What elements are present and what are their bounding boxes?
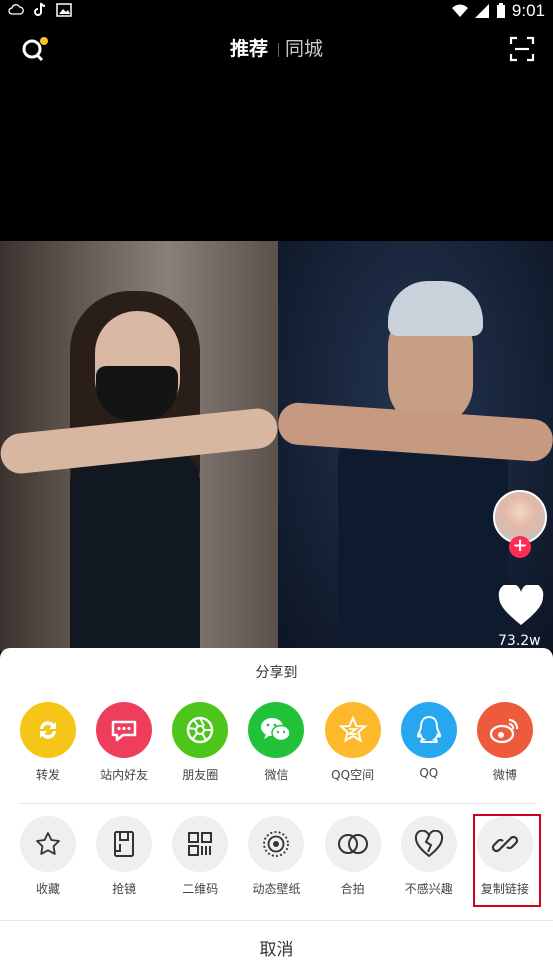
action-favorite[interactable]: 收藏 [10, 816, 86, 897]
qzone-icon[interactable] [324, 702, 381, 758]
repost-icon[interactable] [20, 702, 76, 758]
duet-icon[interactable] [96, 816, 153, 872]
share-sheet: 分享到 转发 站内好友 朋友圈 微信 QQ空间 QQ 微博 收藏 抢镜 二维码 … [0, 648, 553, 979]
scan-icon[interactable] [509, 36, 535, 62]
tab-divider [278, 42, 279, 57]
share-label: 微信 [264, 768, 289, 782]
like-count: 73.2w [498, 633, 541, 649]
share-label: 朋友圈 [182, 768, 219, 782]
action-label: 收藏 [35, 882, 60, 896]
action-label: 合拍 [340, 882, 365, 896]
action-not-interested[interactable]: 不感兴趣 [391, 816, 467, 897]
weather-icon [8, 4, 24, 15]
live-wallpaper-icon[interactable] [248, 816, 305, 872]
action-live-wallpaper[interactable]: 动态壁纸 [238, 816, 314, 897]
gallery-icon [56, 3, 72, 17]
share-targets-row: 转发 站内好友 朋友圈 微信 QQ空间 QQ 微博 [10, 702, 543, 783]
cancel-button[interactable]: 取消 [0, 921, 553, 979]
broken-heart-icon[interactable] [400, 816, 457, 872]
share-label: 微博 [492, 768, 517, 782]
battery-icon [496, 3, 505, 18]
video-left-panel [0, 241, 280, 651]
status-bar: 9:01 [0, 0, 553, 22]
share-in-app-friend[interactable]: 站内好友 [86, 702, 162, 783]
share-repost[interactable]: 转发 [10, 702, 86, 783]
share-label: 转发 [35, 768, 60, 782]
chat-icon[interactable] [96, 702, 153, 758]
clock: 9:01 [511, 1, 545, 20]
star-icon[interactable] [20, 816, 76, 872]
moments-icon[interactable] [172, 702, 229, 758]
qrcode-icon[interactable] [172, 816, 229, 872]
share-wechat[interactable]: 微信 [238, 702, 314, 783]
tab-local[interactable]: 同城 [285, 38, 323, 60]
action-label: 二维码 [182, 882, 219, 896]
top-nav: 推荐 同城 [0, 22, 553, 74]
share-label: QQ空间 [331, 768, 375, 782]
share-weibo[interactable]: 微博 [467, 702, 543, 783]
share-label: 站内好友 [100, 768, 149, 782]
action-label: 抢镜 [112, 882, 137, 896]
action-label: 不感兴趣 [404, 882, 453, 896]
tiktok-icon [34, 2, 46, 16]
share-actions-row: 收藏 抢镜 二维码 动态壁纸 合拍 不感兴趣 复制链接 [10, 816, 543, 897]
wifi-icon [451, 4, 468, 17]
qq-icon[interactable] [400, 702, 457, 758]
like-heart-icon[interactable] [498, 585, 544, 627]
share-divider [18, 803, 535, 804]
signal-icon [474, 4, 489, 18]
share-title: 分享到 [255, 665, 298, 681]
follow-plus-icon[interactable]: + [509, 536, 531, 558]
weibo-icon[interactable] [476, 702, 533, 758]
copy-link-highlight [473, 814, 541, 907]
share-qq[interactable]: QQ [391, 702, 467, 783]
share-label: QQ [419, 766, 439, 780]
tab-recommend[interactable]: 推荐 [230, 38, 268, 60]
wechat-icon[interactable] [248, 702, 305, 758]
action-label: 动态壁纸 [252, 882, 301, 896]
action-collab[interactable]: 合拍 [315, 816, 391, 897]
collab-icon[interactable] [324, 816, 381, 872]
action-qrcode[interactable]: 二维码 [162, 816, 238, 897]
share-moments[interactable]: 朋友圈 [162, 702, 238, 783]
video-player[interactable] [0, 241, 553, 651]
action-duet[interactable]: 抢镜 [86, 816, 162, 897]
share-qzone[interactable]: QQ空间 [315, 702, 391, 783]
